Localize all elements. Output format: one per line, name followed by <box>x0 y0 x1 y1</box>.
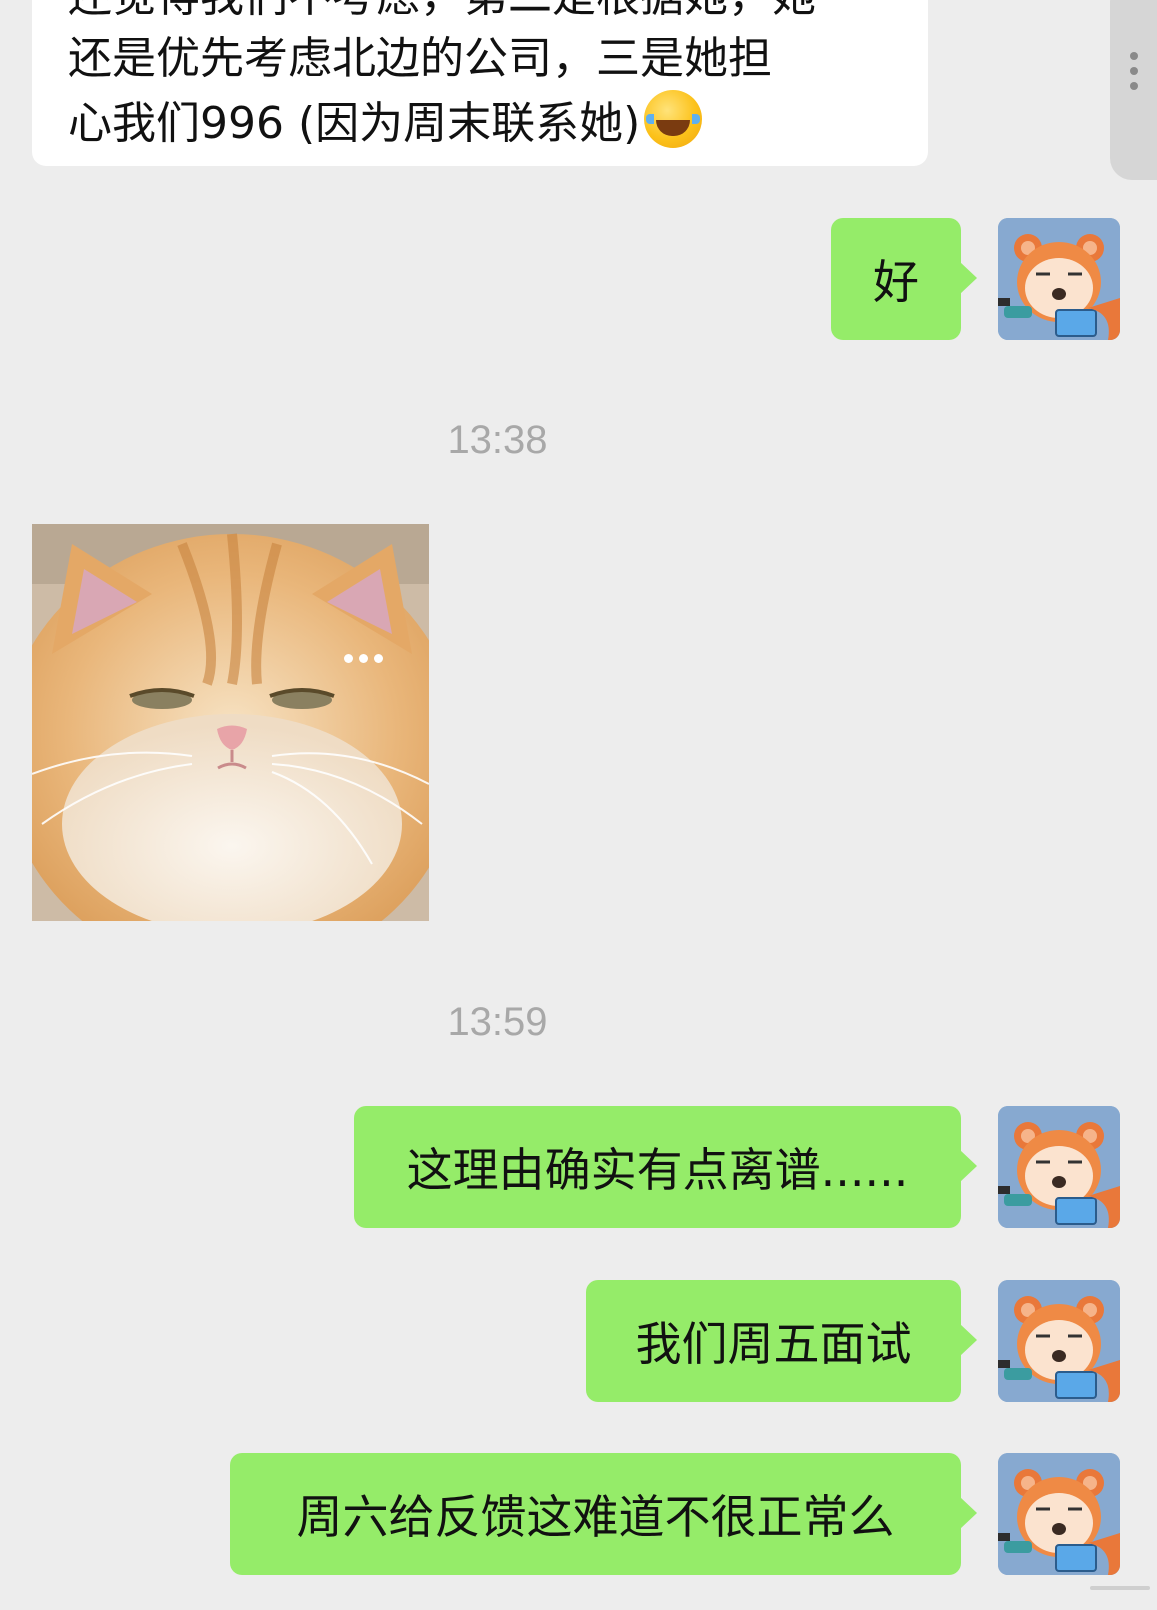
raccoon-avatar-icon[interactable] <box>998 1106 1120 1228</box>
timestamp-1338: 13:38 <box>447 418 548 462</box>
scroll-handle[interactable] <box>1110 0 1157 180</box>
chat-view: 还觉得我们不考虑，第二是根据她，她 还是优先考虑北边的公司，三是她担 心我们99… <box>0 0 1157 1610</box>
laughing-tears-emoji-icon <box>644 90 703 148</box>
incoming-message-bubble[interactable]: 还觉得我们不考虑，第二是根据她，她 还是优先考虑北边的公司，三是她担 心我们99… <box>32 0 928 166</box>
incoming-line-3: 心我们996 (因为周末联系她) <box>68 98 641 149</box>
outgoing-message-friday[interactable]: 我们周五面试 <box>586 1280 977 1402</box>
outgoing-message-saturday[interactable]: 周六给反馈这难道不很正常么 <box>230 1453 977 1575</box>
sticker-more-icon <box>344 648 389 667</box>
incoming-line-cut: 还觉得我们不考虑，第二是根据她，她 <box>68 0 892 28</box>
raccoon-avatar-icon[interactable] <box>998 1280 1120 1402</box>
more-dots-icon <box>1130 52 1138 97</box>
timestamp-1359: 13:59 <box>447 1000 548 1044</box>
home-indicator <box>1090 1586 1150 1590</box>
incoming-line-2: 还是优先考虑北边的公司，三是她担 <box>68 33 772 84</box>
raccoon-avatar-icon[interactable] <box>998 1453 1120 1575</box>
raccoon-avatar-icon[interactable] <box>998 218 1120 340</box>
outgoing-message-lipu[interactable]: 这理由确实有点离谱...... <box>354 1106 977 1228</box>
cat-sticker-image[interactable] <box>32 524 429 921</box>
outgoing-message-hao[interactable]: 好 <box>831 218 977 340</box>
